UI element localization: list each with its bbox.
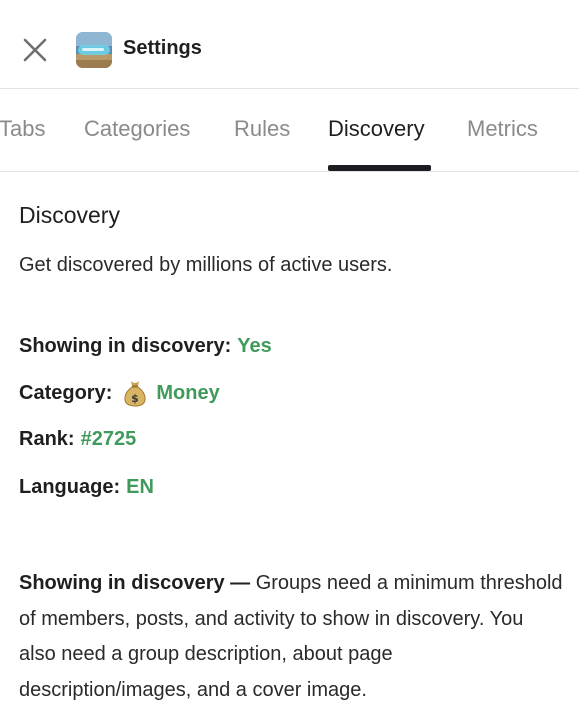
tab-rules[interactable]: Rules — [234, 116, 290, 142]
rank-value: #2725 — [80, 428, 137, 450]
page-title: Settings — [123, 37, 202, 59]
svg-text:$: $ — [132, 392, 140, 405]
rank-row: Rank: #2725 — [19, 428, 136, 451]
close-icon — [23, 38, 47, 62]
discovery-note: Showing in discovery — Groups need a min… — [19, 566, 564, 708]
header-bar: Settings — [0, 0, 579, 89]
section-description: Get discovered by millions of active use… — [19, 254, 393, 276]
language-label: Language: — [19, 476, 121, 498]
tab-categories[interactable]: Categories — [84, 116, 190, 142]
showing-label: Showing in discovery: — [19, 335, 232, 357]
tab-discovery[interactable]: Discovery — [328, 116, 425, 142]
group-avatar[interactable] — [76, 32, 112, 68]
category-value: Money — [156, 381, 220, 404]
note-heading: Showing in discovery — — [19, 572, 251, 594]
active-tab-indicator — [328, 165, 431, 171]
close-button[interactable] — [20, 32, 50, 68]
showing-value: Yes — [237, 335, 272, 357]
section-title: Discovery — [19, 202, 120, 228]
tab-metrics[interactable]: Metrics — [467, 116, 538, 142]
category-row: Category: $ Money — [19, 379, 220, 407]
money-bag-icon: $ — [122, 379, 148, 407]
tab-tabs[interactable]: Tabs — [0, 116, 45, 142]
language-value: EN — [126, 476, 154, 498]
category-label: Category: — [19, 381, 113, 404]
language-row: Language: EN — [19, 476, 154, 499]
showing-row: Showing in discovery: Yes — [19, 335, 272, 358]
rank-label: Rank: — [19, 428, 75, 450]
tab-bar: Tabs Categories Rules Discovery Metrics — [0, 90, 579, 172]
